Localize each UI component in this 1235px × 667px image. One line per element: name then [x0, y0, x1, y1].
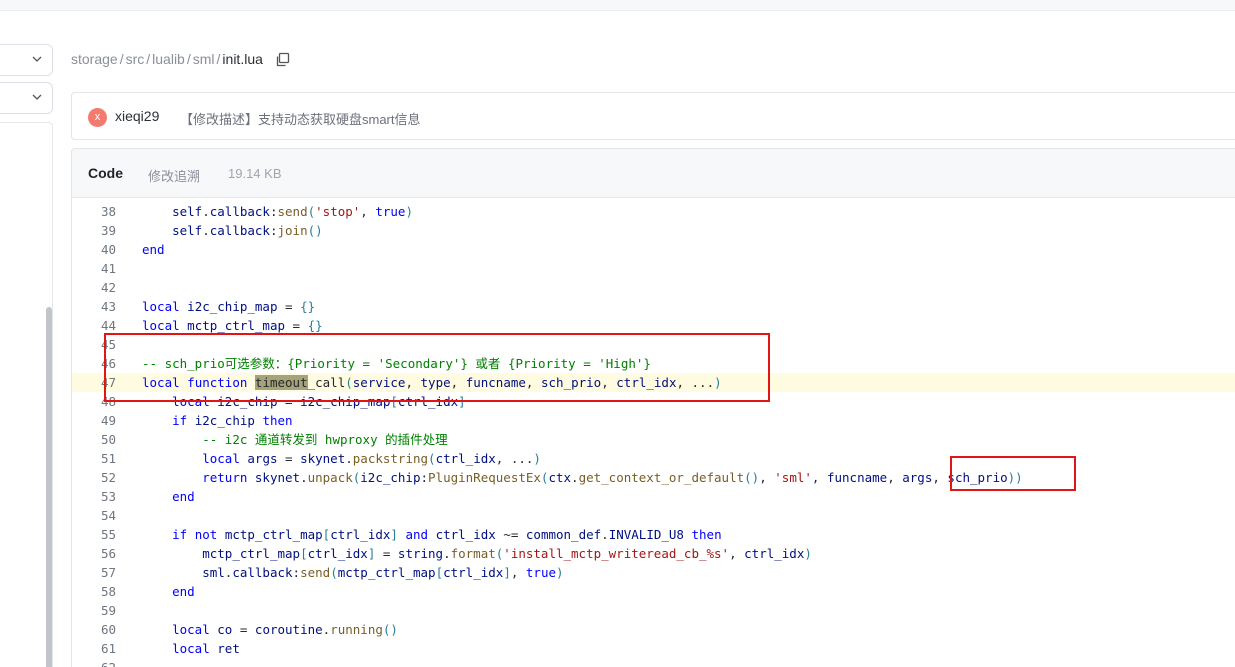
breadcrumb-sml[interactable]: sml: [193, 51, 215, 67]
annotation-box-function: [104, 333, 770, 402]
code-line: 58 end: [72, 582, 1235, 601]
breadcrumb-file: init.lua: [222, 51, 263, 67]
code-body: 38 self.callback:send('stop', true) 39 se…: [72, 198, 1235, 667]
code-line: 50 -- i2c 通道转发到 hwproxy 的插件处理: [72, 430, 1235, 449]
breadcrumb: storage / src / lualib / sml / init.lua: [71, 49, 290, 69]
line-number[interactable]: 59: [72, 601, 116, 620]
path-select[interactable]: [0, 82, 53, 114]
breadcrumb-separator: /: [186, 51, 191, 67]
code-text: local ret: [172, 641, 240, 656]
code-line: 60 local co = coroutine.running(): [72, 620, 1235, 639]
chevron-down-icon: [32, 94, 42, 100]
line-number[interactable]: 56: [72, 544, 116, 563]
code-line: 38 self.callback:send('stop', true): [72, 202, 1235, 221]
line-number[interactable]: 52: [72, 468, 116, 487]
code-line: 55 if not mctp_ctrl_map[ctrl_idx] and ct…: [72, 525, 1235, 544]
tab-blame[interactable]: 修改追溯: [148, 166, 200, 185]
code-text: mctp_ctrl_map[ctrl_idx] = string.format(…: [202, 546, 812, 561]
line-number[interactable]: 39: [72, 221, 116, 240]
annotation-box-sch-prio: [950, 456, 1076, 491]
code-line: 57 sml.callback:send(mctp_ctrl_map[ctrl_…: [72, 563, 1235, 582]
breadcrumb-separator: /: [146, 51, 151, 67]
code-text: -- i2c 通道转发到 hwproxy 的插件处理: [202, 432, 448, 447]
code-text: end: [142, 242, 165, 257]
top-bar: [0, 0, 1235, 11]
code-text: if i2c_chip then: [172, 413, 293, 428]
code-header: Code 修改追溯 19.14 KB: [72, 149, 1235, 198]
code-text: end: [172, 584, 195, 599]
tab-code[interactable]: Code: [88, 165, 123, 181]
branch-select[interactable]: [0, 44, 53, 76]
code-text: local i2c_chip_map = {}: [142, 299, 316, 314]
code-text: self.callback:join(): [172, 223, 323, 238]
line-number[interactable]: 54: [72, 506, 116, 525]
code-text: self.callback:send('stop', true): [172, 204, 413, 219]
line-number[interactable]: 40: [72, 240, 116, 259]
code-panel: Code 修改追溯 19.14 KB 38 self.callback:send…: [71, 148, 1235, 667]
chevron-down-icon: [32, 56, 42, 62]
code-text: if not mctp_ctrl_map[ctrl_idx] and ctrl_…: [172, 527, 722, 542]
line-number[interactable]: 58: [72, 582, 116, 601]
code-line: 42: [72, 278, 1235, 297]
code-line: 39 self.callback:join(): [72, 221, 1235, 240]
copy-icon[interactable]: [275, 52, 290, 67]
line-number[interactable]: 53: [72, 487, 116, 506]
breadcrumb-separator: /: [216, 51, 221, 67]
line-number[interactable]: 51: [72, 449, 116, 468]
breadcrumb-storage[interactable]: storage: [71, 51, 118, 67]
file-tree-scrollbar[interactable]: [46, 307, 52, 667]
line-number[interactable]: 50: [72, 430, 116, 449]
line-number[interactable]: 55: [72, 525, 116, 544]
code-line: 41: [72, 259, 1235, 278]
line-number[interactable]: 49: [72, 411, 116, 430]
line-number[interactable]: 60: [72, 620, 116, 639]
code-line: 61 local ret: [72, 639, 1235, 658]
code-text: end: [172, 489, 195, 504]
line-number[interactable]: 61: [72, 639, 116, 658]
line-number[interactable]: 43: [72, 297, 116, 316]
line-number[interactable]: 41: [72, 259, 116, 278]
commit-message[interactable]: 【修改描述】支持动态获取硬盘smart信息: [180, 109, 421, 128]
breadcrumb-separator: /: [119, 51, 124, 67]
code-text: local co = coroutine.running(): [172, 622, 398, 637]
code-line: 43 local i2c_chip_map = {}: [72, 297, 1235, 316]
code-line: 40 end: [72, 240, 1235, 259]
commit-author[interactable]: xieqi29: [115, 108, 159, 124]
code-text: return skynet.unpack(i2c_chip:PluginRequ…: [202, 470, 1023, 485]
code-line: 54: [72, 506, 1235, 525]
latest-commit-card: x xieqi29 【修改描述】支持动态获取硬盘smart信息: [71, 92, 1235, 140]
code-line: 56 mctp_ctrl_map[ctrl_idx] = string.form…: [72, 544, 1235, 563]
code-text: local args = skynet.packstring(ctrl_idx,…: [202, 451, 541, 466]
breadcrumb-src[interactable]: src: [126, 51, 145, 67]
line-number[interactable]: 62: [72, 658, 116, 667]
code-line: 59: [72, 601, 1235, 620]
left-sidebar: [0, 11, 60, 667]
code-line: 62: [72, 658, 1235, 667]
code-line: 49 if i2c_chip then: [72, 411, 1235, 430]
line-number[interactable]: 57: [72, 563, 116, 582]
avatar[interactable]: x: [88, 108, 107, 127]
file-size: 19.14 KB: [228, 166, 282, 181]
line-number[interactable]: 42: [72, 278, 116, 297]
breadcrumb-lualib[interactable]: lualib: [152, 51, 185, 67]
line-number[interactable]: 38: [72, 202, 116, 221]
code-text: sml.callback:send(mctp_ctrl_map[ctrl_idx…: [202, 565, 564, 580]
